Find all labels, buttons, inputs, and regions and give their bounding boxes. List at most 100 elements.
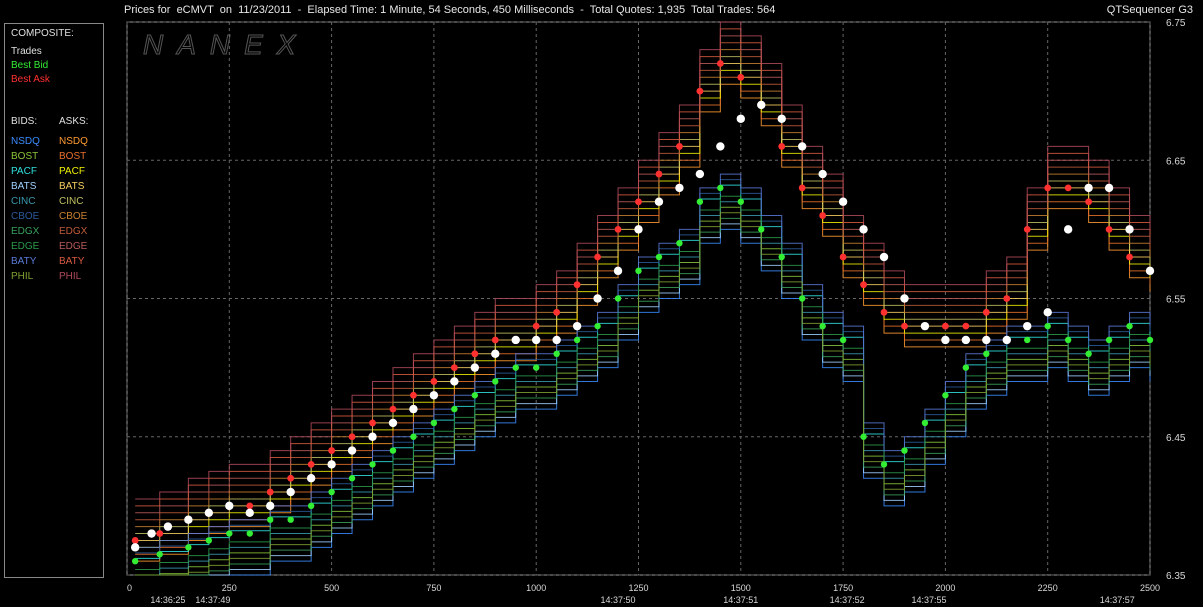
best-bid-marker xyxy=(1105,336,1113,344)
best-bid-marker xyxy=(635,267,642,275)
trade-marker xyxy=(429,391,439,400)
trade-marker xyxy=(695,169,705,179)
best-ask-marker xyxy=(328,447,335,454)
trade-marker xyxy=(859,225,868,234)
trade-marker xyxy=(1063,225,1073,234)
best-ask-marker xyxy=(131,537,139,544)
trade-marker xyxy=(797,142,807,151)
trade-marker xyxy=(409,404,418,414)
x-tick-label: 2250 xyxy=(1038,583,1058,593)
y-tick-label: 6.45 xyxy=(1166,433,1186,444)
x-tick-label: 2500 xyxy=(1140,583,1160,593)
best-ask-marker xyxy=(1085,198,1093,206)
best-bid-marker xyxy=(676,240,683,247)
best-bid-marker xyxy=(156,551,163,558)
best-bid-marker xyxy=(348,475,356,482)
best-ask-marker xyxy=(348,433,356,441)
trade-marker xyxy=(511,335,520,345)
best-ask-marker xyxy=(246,502,254,510)
x-tick-label: 1000 xyxy=(526,583,546,593)
best-bid-marker xyxy=(389,447,397,454)
trade-marker xyxy=(470,363,480,372)
trade-marker xyxy=(1002,335,1011,345)
best-ask-marker xyxy=(819,212,827,219)
best-bid-marker xyxy=(267,516,274,523)
best-ask-marker xyxy=(839,253,847,261)
best-bid-marker xyxy=(839,336,847,344)
best-ask-marker xyxy=(1105,225,1113,233)
best-ask-marker xyxy=(716,60,724,67)
x-tick-label: 1500 xyxy=(731,583,751,593)
best-ask-marker xyxy=(266,488,274,496)
time-label: 14:37:52 xyxy=(830,595,865,605)
x-tick-label: 0 xyxy=(127,583,132,593)
best-ask-marker xyxy=(430,378,438,385)
best-ask-marker xyxy=(737,73,745,81)
x-tick-label: 2000 xyxy=(935,583,955,593)
trade-marker xyxy=(347,446,357,455)
trade-marker xyxy=(879,252,889,262)
best-bid-marker xyxy=(512,364,519,371)
trade-marker xyxy=(1145,266,1155,276)
best-ask-marker xyxy=(156,530,164,537)
best-bid-marker xyxy=(492,378,499,385)
best-ask-marker xyxy=(594,253,601,261)
best-bid-marker xyxy=(921,419,929,427)
best-ask-marker xyxy=(369,419,376,427)
best-ask-marker xyxy=(532,322,540,330)
trade-marker xyxy=(552,335,561,345)
trade-marker xyxy=(982,335,991,345)
best-bid-marker xyxy=(655,253,663,261)
trade-marker xyxy=(757,100,766,110)
best-bid-marker xyxy=(1044,322,1051,330)
trade-marker xyxy=(163,522,173,531)
best-ask-marker xyxy=(635,198,642,206)
time-label: 14:37:57 xyxy=(1100,595,1135,605)
best-bid-marker xyxy=(185,544,192,551)
best-bid-marker xyxy=(328,488,335,496)
best-ask-marker xyxy=(798,184,806,192)
trade-marker xyxy=(204,508,214,517)
trade-marker xyxy=(327,460,336,469)
best-ask-marker xyxy=(962,322,970,330)
y-tick-label: 6.75 xyxy=(1166,18,1186,29)
best-ask-marker xyxy=(1126,253,1133,261)
best-bid-marker xyxy=(369,461,376,468)
watermark: NANEX xyxy=(143,29,309,60)
trade-marker xyxy=(266,501,275,511)
trade-marker xyxy=(920,321,930,331)
trade-marker xyxy=(245,508,254,517)
best-ask-marker xyxy=(553,308,561,316)
trade-marker xyxy=(736,114,745,123)
best-ask-marker xyxy=(307,461,315,468)
y-tick-label: 6.55 xyxy=(1166,295,1186,306)
best-ask-marker xyxy=(655,170,663,178)
time-label: 14:37:51 xyxy=(723,595,758,605)
price-chart: NANEX 0 250 500 750 1000 1250 1500 1750 2000 2250 2… xyxy=(126,18,1186,605)
best-bid-marker xyxy=(1146,336,1154,344)
trade-marker xyxy=(593,294,602,303)
trade-marker xyxy=(716,142,725,151)
best-ask-marker xyxy=(1064,184,1072,192)
best-bid-marker xyxy=(205,537,213,544)
trade-marker xyxy=(147,529,156,538)
best-bid-marker xyxy=(430,419,438,427)
best-bid-marker xyxy=(962,364,970,371)
best-bid-marker xyxy=(880,461,888,468)
best-ask-marker xyxy=(1003,295,1011,302)
best-bid-marker xyxy=(1085,350,1092,357)
best-ask-marker xyxy=(982,308,990,316)
best-bid-marker xyxy=(1024,336,1031,344)
time-label: 14:37:55 xyxy=(912,595,947,605)
best-bid-marker xyxy=(778,253,785,261)
best-ask-marker xyxy=(1023,225,1031,233)
best-bid-marker xyxy=(307,502,315,510)
time-label: 14:37:50 xyxy=(601,595,636,605)
x-tick-label: 1750 xyxy=(833,583,853,593)
best-ask-marker xyxy=(778,143,786,150)
best-bid-marker xyxy=(819,322,826,330)
trade-marker xyxy=(184,515,193,524)
trade-marker xyxy=(225,501,234,511)
best-bid-marker xyxy=(860,433,867,440)
trade-marker xyxy=(675,183,684,193)
